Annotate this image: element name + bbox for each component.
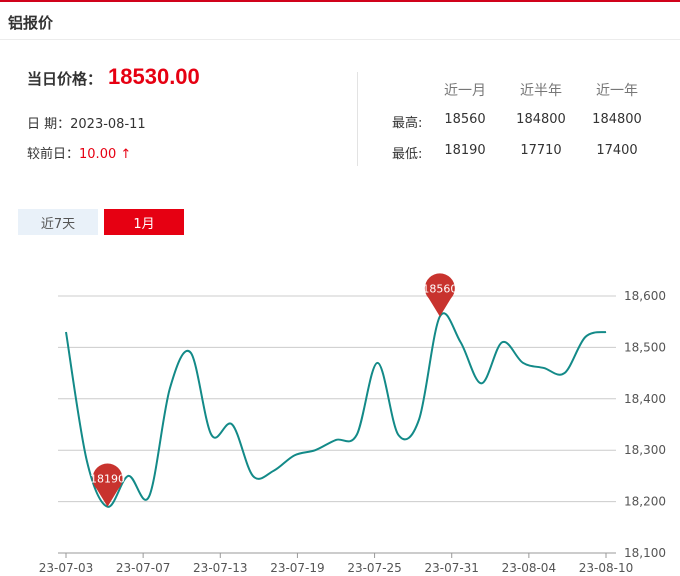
annotation-label: 18560 <box>422 283 457 296</box>
y-tick-label: 18,500 <box>624 340 666 354</box>
price-series-line <box>65 312 607 508</box>
y-tick-label: 18,200 <box>624 495 666 509</box>
y-tick-label: 18,600 <box>624 289 666 303</box>
price-line-chart: 18,60018,50018,40018,30018,20018,10023-0… <box>39 273 666 575</box>
x-tick-label: 23-07-19 <box>270 561 324 575</box>
y-tick-label: 18,100 <box>624 546 666 560</box>
x-tick-label: 23-07-03 <box>39 561 93 575</box>
x-tick-label: 23-07-25 <box>347 561 401 575</box>
x-tick-label: 23-07-07 <box>116 561 170 575</box>
y-tick-label: 18,400 <box>624 392 666 406</box>
y-tick-label: 18,300 <box>624 443 666 457</box>
x-tick-label: 23-07-13 <box>193 561 247 575</box>
x-tick-label: 23-08-04 <box>502 561 556 575</box>
x-tick-label: 23-08-10 <box>579 561 633 575</box>
x-tick-label: 23-07-31 <box>424 561 478 575</box>
annotation-label: 18190 <box>90 473 125 486</box>
